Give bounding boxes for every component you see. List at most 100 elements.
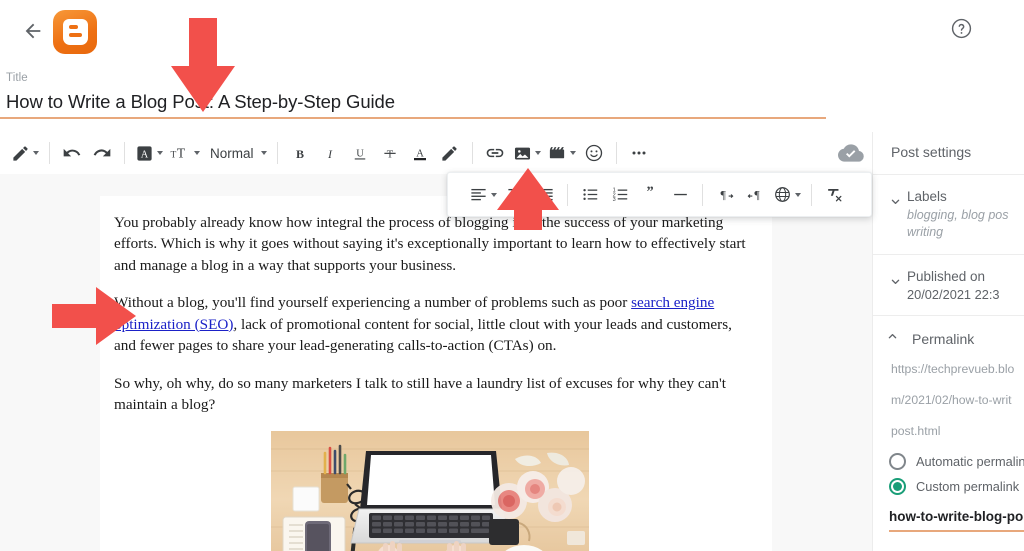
formatting-toolbar: A T T Normal B I U T A bbox=[0, 132, 1024, 174]
chevron-down-icon bbox=[534, 151, 541, 155]
title-input[interactable] bbox=[6, 88, 821, 116]
permalink-heading: Permalink bbox=[912, 330, 975, 347]
toolbar-separator bbox=[702, 183, 703, 206]
undo-icon bbox=[63, 148, 81, 157]
post-editor-canvas[interactable]: You probably already know how integral t… bbox=[100, 196, 772, 551]
radio-automatic-permalink[interactable]: Automatic permalink bbox=[873, 449, 1024, 474]
labels-expand-button[interactable] bbox=[883, 189, 907, 241]
paragraph-ltr-icon: ¶ bbox=[720, 187, 733, 201]
help-button[interactable] bbox=[944, 11, 978, 45]
blogger-logo-icon[interactable] bbox=[53, 10, 97, 54]
toolbar-text-color[interactable]: A bbox=[405, 137, 435, 169]
toolbar-block-quote[interactable]: ” bbox=[635, 179, 665, 211]
permalink-url-line-1: https://techprevueb.blo bbox=[891, 361, 1015, 376]
toolbar-underline[interactable]: U bbox=[345, 137, 375, 169]
chevron-down-icon bbox=[891, 279, 899, 284]
labels-heading: Labels bbox=[907, 189, 947, 204]
permalink-focus-underline bbox=[889, 529, 1024, 532]
quote-icon: ” bbox=[646, 185, 653, 200]
toolbar-pen-mode[interactable] bbox=[8, 137, 42, 169]
post-body-content[interactable]: You probably already know how integral t… bbox=[100, 196, 772, 551]
permalink-collapse-button[interactable] bbox=[885, 329, 900, 349]
toolbar-strikethrough[interactable]: T bbox=[375, 137, 405, 169]
toolbar-ltr-direction[interactable]: ¶ bbox=[710, 179, 740, 211]
toolbar-highlight[interactable] bbox=[435, 137, 465, 169]
toolbar-bulleted-list[interactable] bbox=[575, 179, 605, 211]
toolbar-paragraph-style[interactable]: Normal bbox=[203, 137, 270, 169]
font-box-a-icon: A bbox=[137, 145, 152, 161]
back-button[interactable] bbox=[14, 12, 52, 50]
toolbar-clear-formatting[interactable] bbox=[819, 179, 849, 211]
underline-icon: U bbox=[354, 148, 365, 159]
labels-value-line-1: blogging, blog pos bbox=[907, 208, 1009, 222]
published-expand-button[interactable] bbox=[883, 269, 907, 302]
toolbar-align[interactable] bbox=[466, 179, 500, 211]
toolbar-indent-increase[interactable] bbox=[530, 179, 560, 211]
toolbar-numbered-list[interactable]: 1 2 3 bbox=[605, 179, 635, 211]
toolbar-insert-image[interactable] bbox=[510, 137, 544, 169]
chevron-down-icon bbox=[891, 199, 899, 204]
toolbar-horizontal-rule[interactable] bbox=[665, 179, 695, 211]
sidebar-section-permalink: Permalink https://techprevueb.blo m/2021… bbox=[873, 316, 1024, 532]
text-color-a-icon: A bbox=[413, 148, 426, 160]
title-field-label: Title bbox=[6, 72, 28, 84]
permalink-url-line-2: m/2021/02/how-to-writ bbox=[891, 393, 1012, 408]
svg-text:A: A bbox=[141, 149, 149, 160]
radio-custom-permalink[interactable]: Custom permalink bbox=[873, 474, 1024, 499]
arrow-left-icon bbox=[25, 23, 41, 39]
radio-button-unselected[interactable] bbox=[889, 452, 906, 470]
align-left-icon bbox=[471, 188, 486, 201]
globe-translate-icon bbox=[775, 187, 790, 202]
help-circle-icon bbox=[951, 18, 971, 38]
title-focus-underline bbox=[0, 117, 826, 119]
indent-increase-icon bbox=[537, 188, 553, 201]
toolbar-italic[interactable]: I bbox=[315, 137, 345, 169]
toolbar-undo[interactable] bbox=[57, 137, 87, 169]
redo-icon bbox=[93, 148, 111, 157]
toolbar-separator bbox=[567, 183, 568, 206]
svg-text:B: B bbox=[296, 147, 304, 161]
chevron-down-icon bbox=[157, 151, 163, 155]
video-icon bbox=[549, 146, 564, 158]
permalink-url-line-3: post.html bbox=[891, 424, 941, 439]
published-value: 20/02/2021 22:3 bbox=[907, 286, 1000, 302]
toolbar-separator bbox=[811, 183, 812, 206]
italic-icon: I bbox=[327, 147, 333, 161]
published-content: Published on 20/02/2021 22:3 bbox=[907, 269, 1016, 302]
toolbar-bold[interactable]: B bbox=[285, 137, 315, 169]
blogger-b-glyph bbox=[62, 19, 88, 45]
title-row: Title Preview bbox=[0, 62, 1024, 173]
svg-text:T: T bbox=[171, 150, 177, 160]
toolbar-insert-emoji[interactable] bbox=[579, 137, 609, 169]
labels-value-line-2: writing bbox=[907, 224, 944, 239]
svg-text:”: ” bbox=[646, 185, 653, 200]
toolbar-separator bbox=[124, 142, 125, 164]
custom-permalink-input[interactable] bbox=[889, 508, 1024, 524]
toolbar-translate[interactable] bbox=[770, 179, 804, 211]
chevron-up-icon bbox=[888, 333, 897, 339]
published-heading: Published on bbox=[907, 268, 986, 284]
post-inline-image[interactable] bbox=[271, 431, 589, 551]
toolbar-font-size[interactable]: T T bbox=[166, 137, 203, 169]
svg-text:A: A bbox=[416, 148, 424, 159]
toolbar-more-options[interactable] bbox=[624, 137, 654, 169]
top-bar bbox=[0, 0, 1024, 62]
permalink-header[interactable]: Permalink bbox=[873, 316, 1024, 355]
image-icon bbox=[514, 147, 530, 159]
toolbar-font-family[interactable]: A bbox=[132, 137, 166, 169]
toolbar-insert-link[interactable] bbox=[480, 137, 510, 169]
toolbar-rtl-direction[interactable]: ¶ bbox=[740, 179, 770, 211]
numbered-list-icon: 1 2 3 bbox=[612, 188, 627, 203]
chevron-down-icon bbox=[491, 192, 497, 197]
toolbar-insert-video[interactable] bbox=[544, 137, 579, 169]
svg-text:3: 3 bbox=[612, 197, 615, 203]
toolbar-indent-decrease[interactable] bbox=[500, 179, 530, 211]
radio-button-selected[interactable] bbox=[889, 477, 906, 495]
radio-automatic-label: Automatic permalink bbox=[916, 453, 1024, 469]
toolbar-redo[interactable] bbox=[87, 137, 117, 169]
post-paragraph-3: So why, oh why, do so many marketers I t… bbox=[114, 374, 726, 413]
toolbar-separator bbox=[276, 142, 278, 164]
sidebar-section-labels[interactable]: Labels blogging, blog pos writing bbox=[873, 174, 1024, 255]
chevron-down-icon bbox=[33, 151, 39, 155]
sidebar-section-published[interactable]: Published on 20/02/2021 22:3 bbox=[873, 255, 1024, 316]
